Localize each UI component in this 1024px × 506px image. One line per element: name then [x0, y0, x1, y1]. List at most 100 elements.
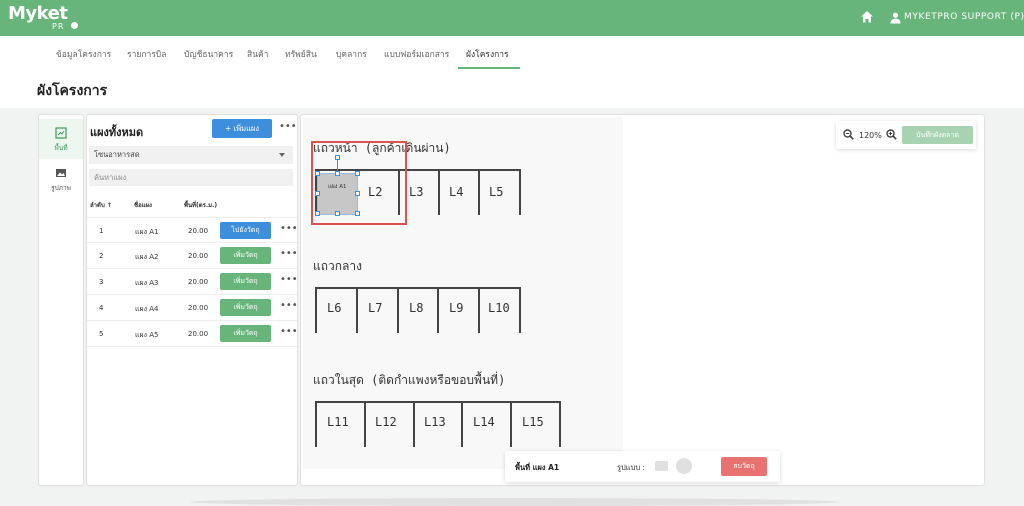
stall-area-label: พื้นที่ แผง A1 — [515, 463, 560, 472]
tab-personnel[interactable]: บุคลากร — [336, 47, 367, 61]
tab-project-plan[interactable]: ผังโครงการ — [466, 47, 509, 61]
shape-square-option[interactable] — [655, 461, 668, 471]
stall-divider-line — [519, 169, 521, 215]
tab-assets[interactable]: ทรัพย์สิน — [285, 47, 317, 61]
row-area: 20.00 — [188, 278, 209, 286]
stall-divider-line — [559, 401, 561, 447]
shape-circle-option[interactable] — [676, 458, 692, 474]
col-header-name: ชื่อแผง — [134, 202, 152, 209]
row-label-inner: แถวในสุด (ติดกำแพงหรือขอบพื้นที่) — [313, 373, 506, 387]
stall-divider-line — [315, 287, 519, 289]
side-item-label: พื้นที่ — [54, 144, 68, 152]
row-more-icon[interactable]: ••• — [280, 274, 298, 285]
chevron-down-icon — [279, 153, 285, 157]
stall-list-title: แผงทั้งหมด — [90, 126, 144, 139]
stall-divider-line — [315, 401, 317, 447]
myket-logo[interactable]: Myket PR — [8, 3, 78, 33]
stall-label: L7 — [368, 301, 383, 315]
row-name: แผง A3 — [135, 279, 159, 287]
add-object-button[interactable]: เพิ่มวัตถุ — [220, 325, 271, 342]
row-order: 3 — [99, 278, 104, 286]
col-header-area: พื้นที่(ตร.ม.) — [184, 202, 218, 209]
stall-divider-line — [397, 287, 399, 333]
row-name: แผง A1 — [135, 228, 159, 236]
logo-dot-icon — [71, 22, 78, 29]
tab-bills[interactable]: รายการบิล — [127, 47, 166, 61]
row-name: แผง A2 — [135, 253, 159, 261]
stall-label: L11 — [327, 415, 349, 429]
row-more-icon[interactable]: ••• — [280, 326, 298, 337]
row-area: 20.00 — [188, 227, 209, 235]
row-name: แผง A4 — [135, 305, 159, 313]
zone-select-value: โซนอาหารสด — [94, 150, 140, 159]
stall-divider-line — [315, 401, 559, 403]
zone-select[interactable]: โซนอาหารสด — [89, 146, 293, 164]
floorplan-background-image: แถวหน้า (ลูกค้าเดินผ่าน) L2 L3 L4 L5 แผง… — [303, 117, 623, 469]
row-more-icon[interactable]: ••• — [280, 248, 298, 259]
row-order: 4 — [99, 304, 104, 312]
table-row: 3 แผง A3 20.00 เพิ่มวัตถุ ••• — [87, 269, 298, 295]
row-name: แผง A5 — [135, 331, 159, 339]
tab-products[interactable]: สินค้า — [247, 47, 268, 61]
side-item-label: รูปภาพ — [51, 184, 71, 192]
add-object-button[interactable]: เพิ่มวัตถุ — [220, 273, 271, 290]
stall-label: L8 — [409, 301, 424, 315]
stall-divider-line — [438, 169, 440, 215]
stall-properties-toolbar: พื้นที่ แผง A1 รูปแบบ : ลบวัตถุ — [505, 451, 780, 482]
user-menu[interactable]: MYKETPRO SUPPORT (P) — [904, 12, 1024, 22]
stall-divider-line — [364, 401, 366, 447]
tab-bank-accounts[interactable]: บัญชีธนาคาร — [184, 47, 233, 61]
row-order: 1 — [99, 227, 104, 235]
add-object-button[interactable]: เพิ่มวัตถุ — [220, 299, 271, 316]
stall-label: L5 — [489, 185, 504, 199]
row-label-middle: แถวกลาง — [313, 259, 362, 273]
table-row: 5 แผง A5 20.00 เพิ่มวัตถุ ••• — [87, 321, 298, 347]
stall-divider-line — [315, 287, 317, 333]
stall-divider-line — [478, 169, 480, 215]
project-nav: ข้อมูลโครงการ รายการบิล บัญชีธนาคาร สินค… — [0, 36, 1024, 70]
home-icon[interactable] — [860, 10, 874, 24]
logo-subtext: PR — [52, 22, 65, 31]
stall-divider-line — [356, 287, 358, 333]
delete-object-button[interactable]: ลบวัตถุ — [721, 457, 767, 476]
add-object-button[interactable]: เพิ่มวัตถุ — [220, 247, 271, 264]
row-more-icon[interactable]: ••• — [280, 300, 298, 311]
tab-project-info[interactable]: ข้อมูลโครงการ — [56, 47, 111, 61]
zoom-out-icon[interactable] — [843, 129, 854, 140]
row-order: 5 — [99, 330, 104, 338]
floorplan-canvas[interactable]: แถวหน้า (ลูกค้าเดินผ่าน) L2 L3 L4 L5 แผง… — [300, 114, 985, 486]
table-row: 4 แผง A4 20.00 เพิ่มวัตถุ ••• — [87, 295, 298, 321]
page-title: ผังโครงการ — [37, 83, 108, 99]
active-tab-indicator — [458, 67, 520, 69]
zoom-in-icon[interactable] — [886, 129, 897, 140]
user-icon[interactable] — [890, 12, 901, 24]
col-header-order[interactable]: ลำดับ ↑ — [90, 200, 112, 210]
top-bar: Myket PR MYKETPRO SUPPORT (P) — [0, 0, 1024, 36]
table-row: 2 แผง A2 20.00 เพิ่มวัตถุ ••• — [87, 243, 298, 269]
tab-document-forms[interactable]: แบบฟอร์มเอกสาร — [384, 47, 449, 61]
stall-label: L3 — [409, 185, 424, 199]
stall-search-input[interactable] — [89, 169, 293, 186]
area-icon — [55, 127, 67, 139]
stall-divider-line — [413, 401, 415, 447]
row-area: 20.00 — [188, 330, 209, 338]
save-plan-button[interactable]: บันทึกผังตลาด — [902, 126, 973, 144]
highlight-box — [311, 141, 407, 225]
image-icon — [56, 169, 66, 177]
stall-divider-line — [510, 401, 512, 447]
stall-label: L4 — [449, 185, 464, 199]
side-toolbar: พื้นที่ รูปภาพ — [38, 114, 84, 486]
stall-divider-line — [478, 287, 480, 333]
stall-label: L15 — [522, 415, 544, 429]
row-order: 2 — [99, 252, 104, 260]
add-stall-button[interactable]: + เพิ่มแผง — [212, 119, 272, 138]
title-area: ผังโครงการ — [0, 70, 1024, 108]
side-item-image[interactable]: รูปภาพ — [39, 159, 83, 199]
stall-label: L6 — [327, 301, 342, 315]
side-item-area[interactable]: พื้นที่ — [39, 119, 83, 159]
more-options-icon[interactable]: ••• — [279, 121, 297, 132]
row-area: 20.00 — [188, 252, 209, 260]
go-to-object-button[interactable]: ไปยังวัตถุ — [220, 222, 271, 239]
stall-list-panel: แผงทั้งหมด + เพิ่มแผง ••• โซนอาหารสด ลำด… — [86, 114, 298, 486]
row-more-icon[interactable]: ••• — [280, 223, 298, 234]
